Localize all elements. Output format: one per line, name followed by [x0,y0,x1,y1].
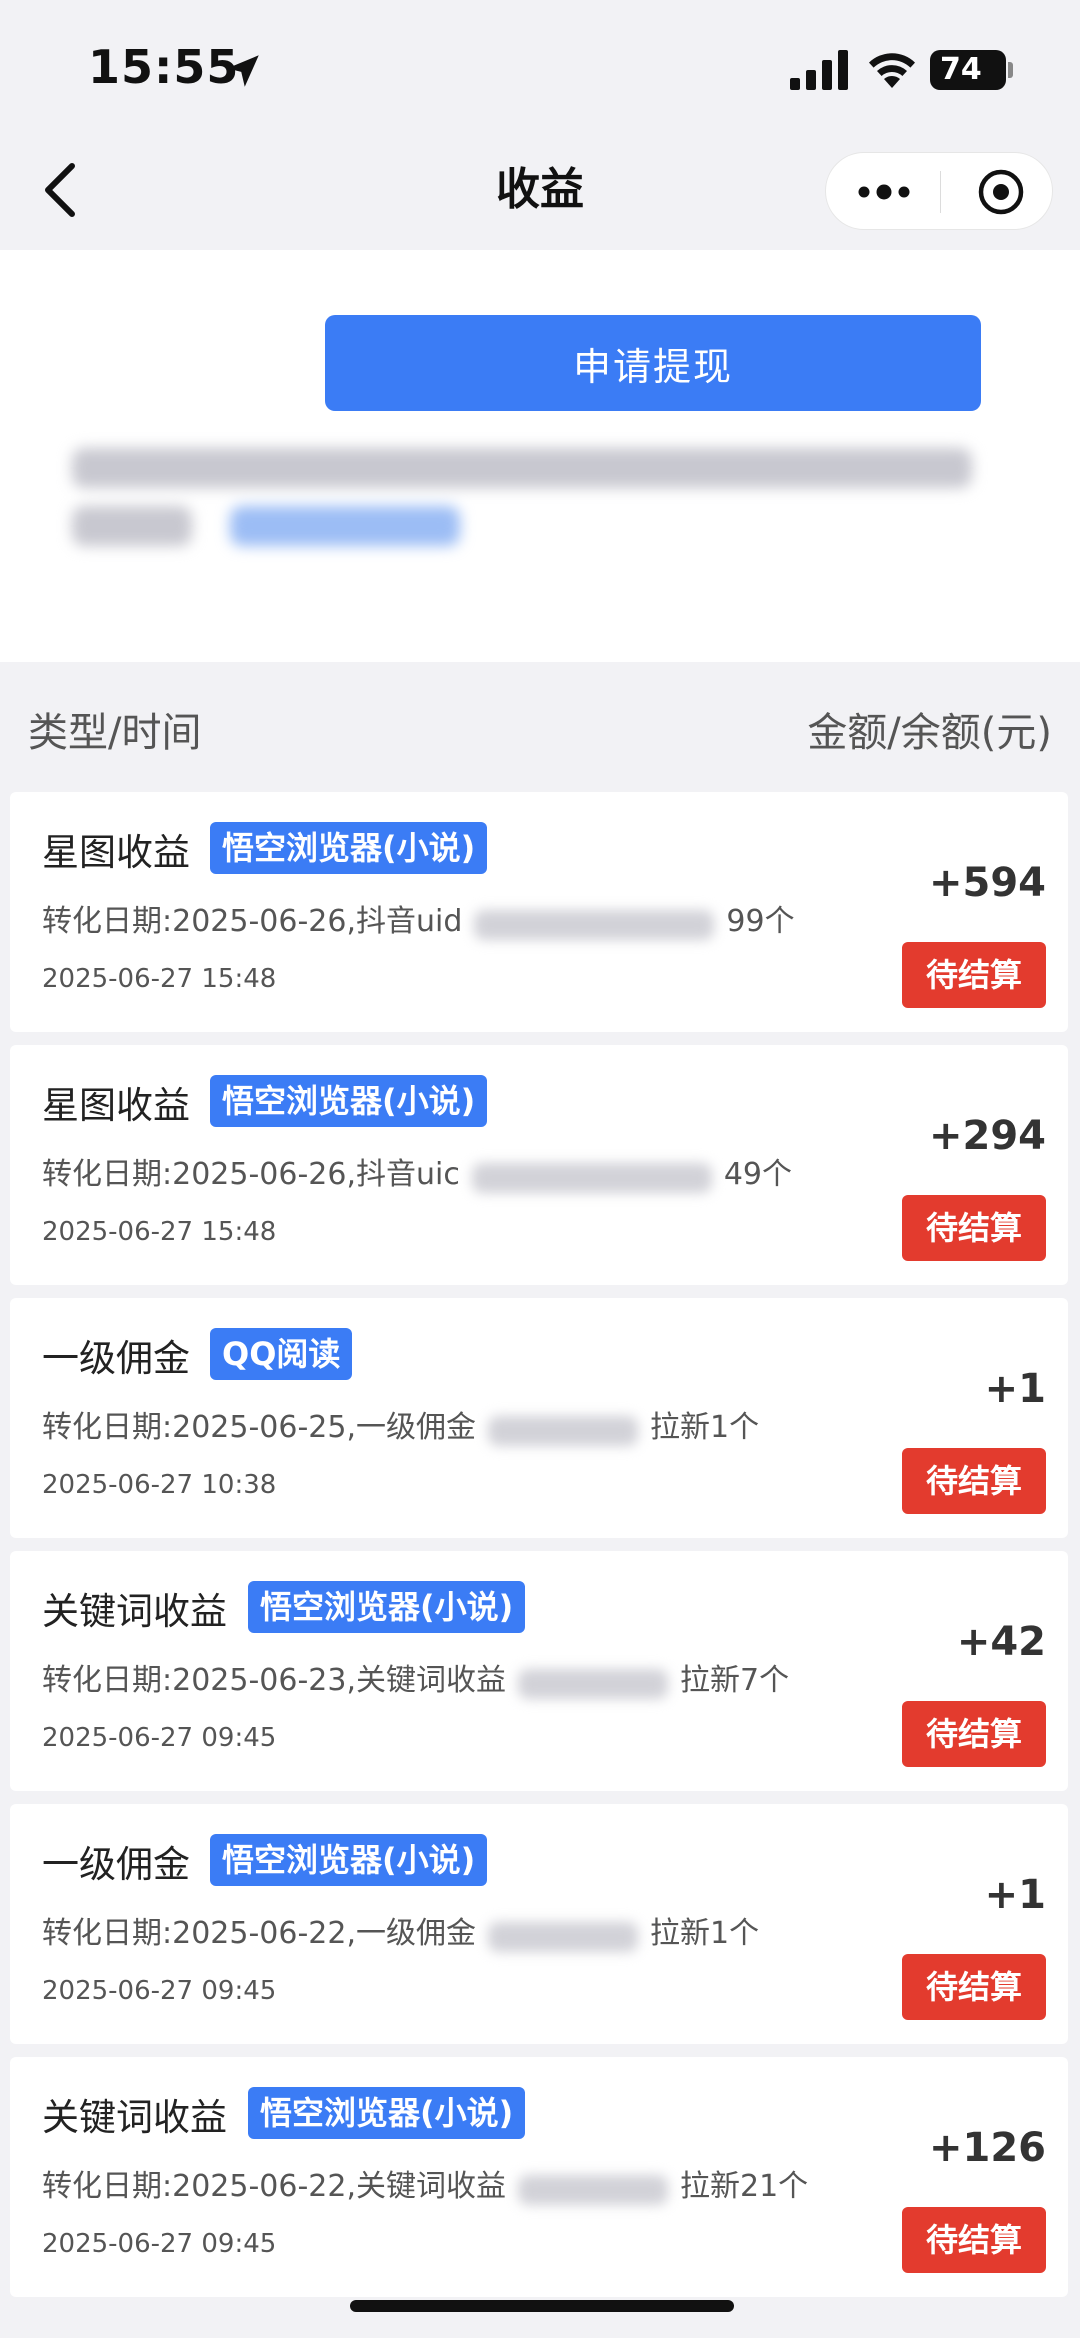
status-badge[interactable]: 待结算 [902,1954,1046,2020]
blurred-uid [474,909,715,940]
record-title: 一级佣金 [42,1843,190,1886]
column-type-time: 类型/时间 [28,710,202,756]
wifi-icon [869,53,915,88]
record-desc-prefix: 转化日期:2025-06-22,一级佣金 [42,1916,476,1951]
blurred-name [518,2174,668,2205]
record-desc: 转化日期:2025-06-22,一级佣金 拉新1个 [42,1908,759,1952]
record-time: 2025-06-27 09:45 [42,1723,277,1753]
record-desc-suffix: 49个 [723,1157,793,1192]
blurred-notice-text [72,448,972,488]
record-title: 关键词收益 [42,1590,227,1633]
record-tag: 悟空浏览器(小说) [210,1075,488,1127]
target-icon[interactable] [976,167,1026,217]
back-chevron-icon[interactable] [40,160,80,220]
record-desc: 转化日期:2025-06-26,抖音uid 99个 [42,896,795,940]
record-card[interactable]: 星图收益 悟空浏览器(小说) 转化日期:2025-06-26,抖音uid 99个 … [10,792,1068,1032]
record-desc-suffix: 拉新21个 [680,2169,809,2204]
signal-icon [790,50,848,90]
status-badge[interactable]: 待结算 [902,1195,1046,1261]
withdraw-panel: 申请提现 [0,250,1080,662]
record-time: 2025-06-27 10:38 [42,1470,277,1500]
record-time: 2025-06-27 15:48 [42,964,277,994]
status-badge[interactable]: 待结算 [902,1448,1046,1514]
record-tag: 悟空浏览器(小说) [210,822,488,874]
record-amount: +42 [956,1619,1046,1665]
record-title: 一级佣金 [42,1337,190,1380]
record-tag: 悟空浏览器(小说) [248,1581,526,1633]
blurred-name [488,1921,638,1952]
record-desc-prefix: 转化日期:2025-06-25,一级佣金 [42,1410,476,1445]
status-bar: 15:55 74 [0,0,1080,130]
home-indicator[interactable] [350,2300,734,2312]
record-title: 关键词收益 [42,2096,227,2139]
record-card[interactable]: 关键词收益 悟空浏览器(小说) 转化日期:2025-06-23,关键词收益 拉新7… [10,1551,1068,1791]
mini-program-capsule [825,152,1053,230]
battery-icon: 74 [930,50,1006,90]
record-desc-prefix: 转化日期:2025-06-22,关键词收益 [42,2169,506,2204]
more-dots-icon[interactable] [854,177,914,207]
record-card[interactable]: 星图收益 悟空浏览器(小说) 转化日期:2025-06-26,抖音uic 49个 … [10,1045,1068,1285]
record-time: 2025-06-27 15:48 [42,1217,277,1247]
status-badge[interactable]: 待结算 [902,2207,1046,2273]
status-badge[interactable]: 待结算 [902,942,1046,1008]
record-time: 2025-06-27 09:45 [42,2229,277,2259]
record-desc: 转化日期:2025-06-23,关键词收益 拉新7个 [42,1655,789,1699]
record-desc-suffix: 拉新1个 [650,1410,760,1445]
record-card[interactable]: 一级佣金 悟空浏览器(小说) 转化日期:2025-06-22,一级佣金 拉新1个 … [10,1804,1068,2044]
blurred-name [518,1668,668,1699]
column-amount-balance: 金额/余额(元) [807,710,1052,756]
record-desc-suffix: 99个 [726,904,795,939]
record-amount: +1 [984,1872,1046,1918]
capsule-divider [940,171,941,213]
record-title: 星图收益 [42,1084,190,1127]
blurred-name [488,1415,638,1446]
record-title: 星图收益 [42,831,190,874]
record-amount: +126 [928,2125,1046,2171]
record-tag: 悟空浏览器(小说) [248,2087,526,2139]
record-amount: +594 [928,860,1046,906]
blurred-notice-text [72,506,192,546]
record-desc-prefix: 转化日期:2025-06-26,抖音uid [42,904,463,939]
record-tag: QQ阅读 [210,1328,353,1380]
record-desc: 转化日期:2025-06-25,一级佣金 拉新1个 [42,1402,759,1446]
battery-level: 74 [940,52,982,87]
record-desc-suffix: 拉新1个 [650,1916,760,1951]
record-card[interactable]: 一级佣金 QQ阅读 转化日期:2025-06-25,一级佣金 拉新1个 2025-… [10,1298,1068,1538]
blurred-uid [471,1162,712,1193]
record-desc: 转化日期:2025-06-26,抖音uic 49个 [42,1149,792,1193]
record-amount: +294 [928,1113,1046,1159]
record-amount: +1 [984,1366,1046,1412]
record-tag: 悟空浏览器(小说) [210,1834,488,1886]
record-desc-prefix: 转化日期:2025-06-23,关键词收益 [42,1663,506,1698]
blurred-notice-link[interactable] [230,506,460,546]
record-desc: 转化日期:2025-06-22,关键词收益 拉新21个 [42,2161,808,2205]
list-header: 类型/时间 金额/余额(元) [0,662,1080,786]
status-time: 15:55 [88,40,240,94]
record-desc-suffix: 拉新7个 [680,1663,790,1698]
record-desc-prefix: 转化日期:2025-06-26,抖音uic [42,1157,460,1192]
nav-bar: 收益 [0,130,1080,250]
record-time: 2025-06-27 09:45 [42,1976,277,2006]
status-badge[interactable]: 待结算 [902,1701,1046,1767]
location-arrow-icon [227,55,259,87]
withdraw-button[interactable]: 申请提现 [325,315,981,411]
battery-nub [1008,62,1013,78]
record-card[interactable]: 关键词收益 悟空浏览器(小说) 转化日期:2025-06-22,关键词收益 拉新2… [10,2057,1068,2297]
